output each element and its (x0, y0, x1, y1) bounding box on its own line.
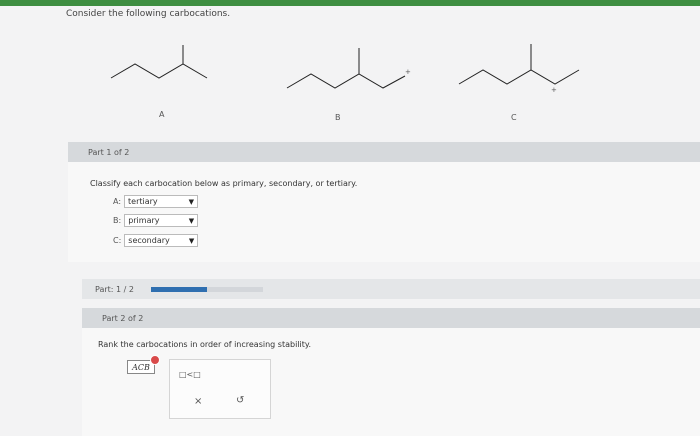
row-label: B: (113, 216, 122, 225)
select-value: tertiary (128, 197, 158, 206)
answer-toolbox: □<□ × ↺ (169, 359, 271, 419)
charge-c: + (551, 86, 557, 94)
classify-row-b: B: primary ▼ (113, 214, 199, 227)
row-label: A: (113, 197, 122, 206)
classify-select-a[interactable]: tertiary ▼ (124, 195, 199, 208)
charge-b: + (405, 68, 411, 76)
structure-c (455, 40, 585, 96)
row-label: C: (113, 236, 122, 245)
structure-a-label: A (159, 110, 165, 119)
part2-instruction: Rank the carbocations in order of increa… (98, 340, 312, 349)
classify-row-a: A: tertiary ▼ (113, 195, 199, 208)
clear-icon[interactable]: × (194, 396, 202, 407)
top-accent-bar (0, 0, 700, 6)
classify-row-c: C: secondary ▼ (113, 234, 199, 247)
classify-select-b[interactable]: primary ▼ (124, 214, 199, 227)
classify-select-c[interactable]: secondary ▼ (124, 234, 199, 247)
part2-header: Part 2 of 2 (82, 308, 700, 328)
part1-card (68, 162, 700, 262)
select-value: secondary (128, 236, 170, 245)
less-than-template-button[interactable]: □<□ (179, 370, 201, 379)
select-value: primary (128, 216, 160, 225)
dropdown-arrow-icon: ▼ (188, 216, 195, 225)
question-text: Consider the following carbocations. (66, 9, 231, 19)
structure-a (107, 40, 223, 90)
undo-icon[interactable]: ↺ (236, 395, 244, 406)
dropdown-arrow-icon: ▼ (188, 236, 195, 245)
part1-header: Part 1 of 2 (68, 142, 700, 162)
dropdown-arrow-icon: ▼ (188, 197, 195, 206)
progress-bar-fill (151, 287, 207, 292)
error-badge-icon (150, 355, 160, 365)
structure-b-label: B (335, 113, 341, 122)
progress-bar (151, 287, 263, 292)
structure-b (283, 40, 413, 96)
part1-instruction: Classify each carbocation below as prima… (90, 179, 358, 188)
page: Consider the following carbocations. A +… (0, 0, 700, 436)
progress-label: Part: 1 / 2 (95, 284, 134, 294)
structure-c-label: C (511, 113, 517, 122)
